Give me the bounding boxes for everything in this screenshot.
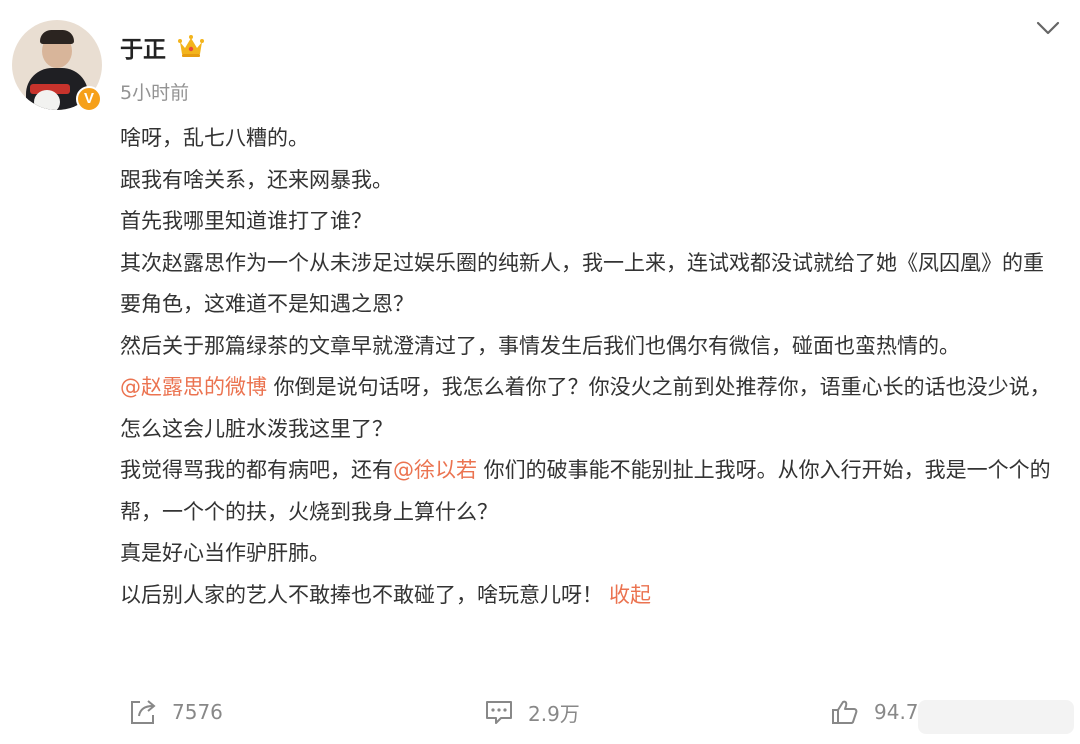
comment-button[interactable]: 2.9万 — [484, 694, 580, 730]
post-line: 然后关于那篇绿茶的文章早就澄清过了，事情发生后我们也偶尔有微信，碰面也蛮热情的。 — [120, 333, 960, 358]
avatar-pet-shape — [34, 90, 60, 110]
like-button[interactable]: 94.7 — [830, 694, 919, 730]
repost-count: 7576 — [172, 700, 223, 724]
repost-icon — [131, 700, 156, 724]
post-time: 5小时前 — [120, 82, 190, 104]
verified-badge-icon: V — [76, 86, 102, 112]
post-line: 真是好心当作驴肝肺。 — [120, 541, 330, 565]
post-line: 首先我哪里知道谁打了谁？ — [120, 209, 372, 233]
comment-icon — [486, 701, 512, 724]
post-text: 以后别人家的艺人不敢捧也不敢碰了，啥玩意儿呀！ — [120, 582, 603, 607]
mention-link[interactable]: @赵露思的微博 — [120, 375, 267, 399]
post-line: @赵露思的微博 你倒是说句话呀，我怎么着你了？你没火之前到处推荐你，语重心长的话… — [120, 367, 1060, 450]
post-line: 以后别人家的艺人不敢捧也不敢碰了，啥玩意儿呀！ 收起 — [120, 575, 1060, 617]
avatar-hair-shape — [40, 30, 74, 44]
post-line: 其次赵露思作为一个从未涉足过娱乐圈的纯新人，我一上来，连试戏都没试就给了她《凤囚… — [120, 250, 1044, 317]
comment-count: 2.9万 — [528, 701, 580, 726]
watermark-overlay — [918, 700, 1074, 734]
like-count: 94.7 — [874, 700, 919, 724]
like-icon — [832, 700, 858, 724]
post-text: 我觉得骂我的都有病吧，还有 — [120, 458, 393, 482]
author-name[interactable]: 于正 — [120, 30, 166, 64]
collapse-link[interactable]: 收起 — [609, 583, 651, 607]
repost-button[interactable]: 7576 — [128, 694, 223, 730]
mention-link[interactable]: @徐以若 — [393, 458, 477, 482]
post-content: 啥呀，乱七八糟的。 跟我有啥关系，还来网暴我。 首先我哪里知道谁打了谁？ 其次赵… — [120, 118, 1060, 616]
chevron-down-icon[interactable] — [1036, 18, 1060, 38]
post-line: 啥呀，乱七八糟的。 — [120, 126, 309, 150]
crown-icon — [178, 35, 204, 57]
post-line: 我觉得骂我的都有病吧，还有@徐以若 你们的破事能不能别扯上我呀。从你入行开始，我… — [120, 450, 1060, 533]
post-line: 跟我有啥关系，还来网暴我。 — [120, 167, 393, 192]
